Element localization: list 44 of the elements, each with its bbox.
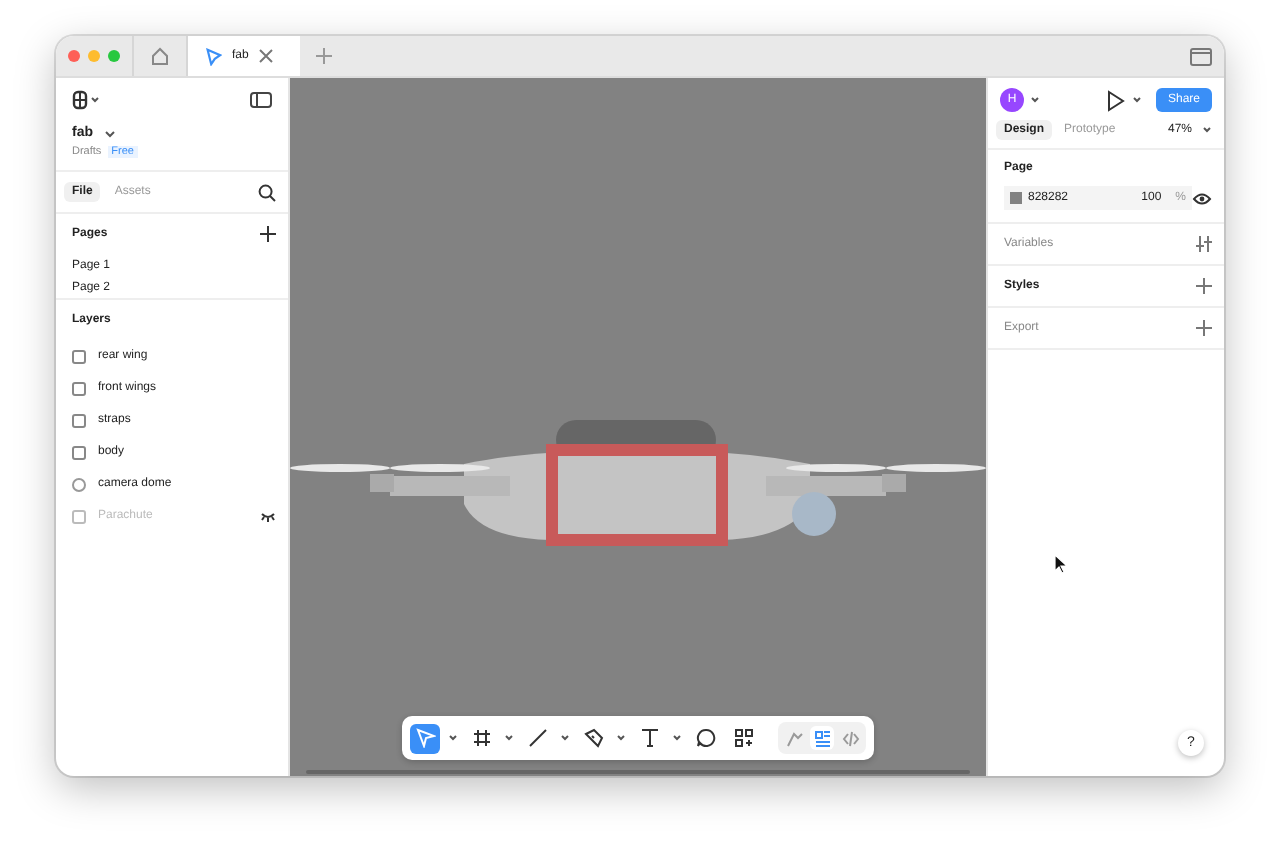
code-icon [841,729,859,747]
hash-icon [471,728,491,748]
design-mode-button[interactable] [810,726,834,750]
maximize-dot-icon[interactable] [108,50,120,62]
caret-icon[interactable] [672,734,682,742]
caret-icon[interactable] [504,734,514,742]
pointer-icon [415,728,435,748]
close-dot-icon[interactable] [68,50,80,62]
sliders-icon[interactable] [1196,236,1212,252]
frame-icon [72,445,86,459]
scrollbar[interactable] [306,770,970,774]
home-icon [150,46,170,66]
circle-icon [72,477,86,491]
close-icon[interactable] [258,48,275,64]
frame-icon [72,381,86,395]
color-swatch[interactable] [1010,192,1022,204]
frame-icon [72,349,86,363]
grid-icon [733,728,753,748]
speech-bubble-icon [695,728,715,748]
menu-logo-icon[interactable] [72,90,100,110]
caret-icon[interactable] [560,734,570,742]
caret-icon[interactable] [1030,96,1040,104]
cursor-icon [1054,554,1068,574]
caret-icon[interactable] [616,734,626,742]
scribble-icon [785,729,803,747]
pen-icon [583,728,603,748]
add-icon[interactable] [260,226,276,242]
layout-icon [813,729,831,747]
play-icon[interactable] [1105,89,1126,111]
caret-icon[interactable] [1202,126,1212,134]
eye-closed-icon[interactable] [260,511,276,521]
frame-icon [72,413,86,427]
caret-icon[interactable] [448,734,458,742]
caret-icon[interactable] [103,129,115,137]
line-icon [527,728,547,748]
caret-icon[interactable] [1131,96,1142,104]
move-tool-button[interactable] [410,723,440,753]
minimize-dot-icon[interactable] [88,50,100,62]
eye-icon[interactable] [1192,191,1212,205]
search-icon[interactable] [258,183,276,201]
frame-icon [72,509,86,523]
sidebar-toggle-icon[interactable] [250,92,272,108]
text-icon [639,728,659,748]
canvas[interactable] [290,78,986,776]
